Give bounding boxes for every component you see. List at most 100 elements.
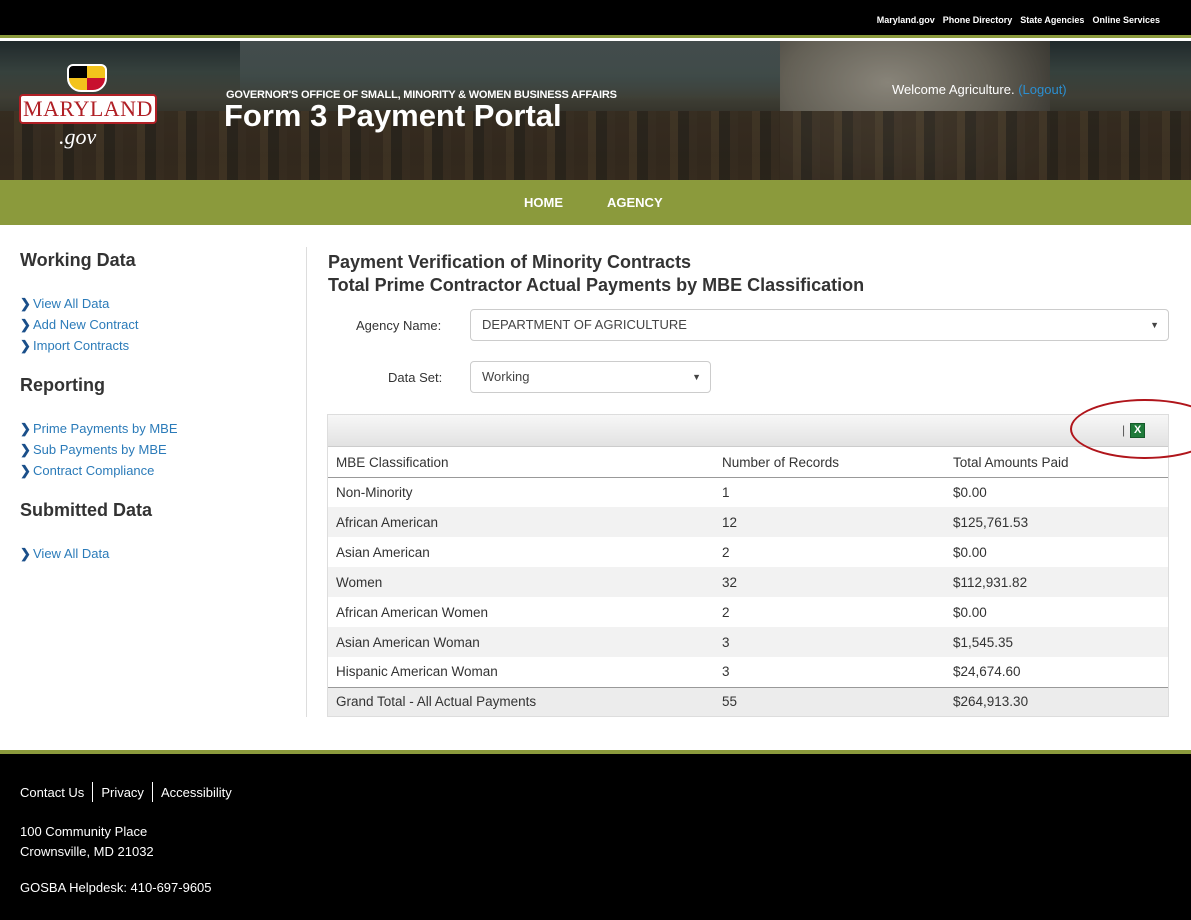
report-title-line1: Payment Verification of Minority Contrac… bbox=[328, 252, 692, 272]
footer: Contact Us Privacy Accessibility 100 Com… bbox=[0, 750, 1191, 920]
sidebar-item-import-contracts[interactable]: ❯ Import Contracts bbox=[20, 335, 290, 356]
report-title-line2: Total Prime Contractor Actual Payments b… bbox=[328, 275, 865, 295]
table-row: Women 32 $112,931.82 bbox=[328, 567, 1168, 597]
total-records: 55 bbox=[714, 686, 945, 716]
table-row: African American Women 2 $0.00 bbox=[328, 597, 1168, 627]
sidebar-item-label: Contract Compliance bbox=[33, 463, 155, 478]
cell-amount: $0.00 bbox=[953, 544, 987, 560]
sidebar: Working Data ❯ View All Data ❯ Add New Con… bbox=[20, 250, 290, 564]
sidebar-item-label: Prime Payments by MBE bbox=[33, 421, 178, 436]
cell-records: 3 bbox=[722, 664, 730, 680]
agency-name-label: Agency Name: bbox=[356, 318, 442, 333]
cell-classification: Women bbox=[328, 567, 714, 597]
header-banner bbox=[0, 41, 1191, 180]
reporting-menu: ❯ Prime Payments by MBE ❯ Sub Payments by … bbox=[20, 418, 290, 481]
sidebar-item-label: View All Data bbox=[33, 296, 110, 311]
sidebar-item-label: Add New Contract bbox=[33, 317, 139, 332]
total-label: Grand Total - All Actual Payments bbox=[328, 686, 714, 716]
total-amount: $264,913.30 bbox=[945, 686, 1168, 716]
banner-overlay bbox=[0, 41, 1191, 180]
sidebar-item-submitted-view-all[interactable]: ❯ View All Data bbox=[20, 543, 290, 564]
cell-amount: $0.00 bbox=[953, 484, 987, 500]
table-row: Non-Minority 1 $0.00 bbox=[328, 477, 1168, 507]
agency-name-select[interactable]: DEPARTMENT OF AGRICULTURE ▼ bbox=[470, 309, 1169, 341]
link-maryland-gov[interactable]: Maryland.gov bbox=[877, 15, 935, 25]
chevron-right-icon: ❯ bbox=[20, 462, 31, 478]
caret-down-icon: ▼ bbox=[692, 372, 701, 382]
nav-agency[interactable]: AGENCY bbox=[607, 195, 663, 210]
sidebar-item-view-all-data[interactable]: ❯ View All Data bbox=[20, 293, 290, 314]
cell-records: 2 bbox=[722, 604, 730, 620]
table-row: Asian American 2 $0.00 bbox=[328, 537, 1168, 567]
data-set-select[interactable]: Working ▼ bbox=[470, 361, 711, 393]
maryland-gov-logo[interactable]: MARYLAND .gov bbox=[19, 60, 159, 160]
footer-link-contact[interactable]: Contact Us bbox=[20, 785, 84, 800]
footer-link-privacy[interactable]: Privacy bbox=[101, 785, 144, 800]
table-header-row: MBE Classification Number of Records Tot… bbox=[328, 448, 1168, 478]
welcome-text: Welcome Agriculture. bbox=[892, 82, 1015, 97]
footer-helpdesk: GOSBA Helpdesk: 410-697-9605 bbox=[20, 880, 212, 895]
footer-address-line1: 100 Community Place bbox=[20, 824, 148, 839]
utility-bar: Maryland.gov Phone Directory State Agenc… bbox=[0, 0, 1191, 38]
agency-name-value: DEPARTMENT OF AGRICULTURE bbox=[482, 317, 687, 332]
sidebar-item-label: View All Data bbox=[33, 546, 110, 561]
sidebar-item-contract-compliance[interactable]: ❯ Contract Compliance bbox=[20, 460, 290, 481]
logo-gov: .gov bbox=[59, 124, 97, 149]
report-title: Payment Verification of Minority Contrac… bbox=[328, 251, 864, 297]
link-state-agencies[interactable]: State Agencies bbox=[1020, 15, 1084, 25]
cell-records: 3 bbox=[714, 627, 945, 657]
cell-records: 32 bbox=[714, 567, 945, 597]
welcome-message: Welcome Agriculture. (Logout) bbox=[892, 82, 1067, 97]
link-online-services[interactable]: Online Services bbox=[1092, 15, 1160, 25]
cell-records: 2 bbox=[722, 544, 730, 560]
sidebar-item-sub-payments[interactable]: ❯ Sub Payments by MBE bbox=[20, 439, 290, 460]
chevron-right-icon: ❯ bbox=[20, 316, 31, 332]
table-row: Asian American Woman 3 $1,545.35 bbox=[328, 627, 1168, 657]
footer-link-accessibility[interactable]: Accessibility bbox=[161, 785, 232, 800]
sidebar-item-prime-payments[interactable]: ❯ Prime Payments by MBE bbox=[20, 418, 290, 439]
cell-classification: Hispanic American Woman bbox=[336, 664, 498, 680]
sidebar-item-label: Import Contracts bbox=[33, 338, 130, 353]
main-nav: HOME AGENCY bbox=[0, 180, 1191, 225]
nav-home[interactable]: HOME bbox=[524, 195, 563, 210]
cell-classification: Asian American Woman bbox=[328, 627, 714, 657]
cell-classification: African American Women bbox=[336, 604, 489, 620]
chevron-right-icon: ❯ bbox=[20, 420, 31, 436]
sidebar-divider bbox=[306, 247, 307, 717]
chevron-right-icon: ❯ bbox=[20, 295, 31, 311]
submitted-data-heading: Submitted Data bbox=[20, 500, 153, 520]
utility-links: Maryland.gov Phone Directory State Agenc… bbox=[877, 15, 1160, 25]
footer-divider bbox=[151, 782, 153, 802]
footer-links: Contact Us Privacy Accessibility bbox=[20, 782, 232, 802]
link-phone-directory[interactable]: Phone Directory bbox=[943, 15, 1013, 25]
cell-records: 1 bbox=[722, 484, 730, 500]
cell-amount: $112,931.82 bbox=[945, 567, 1168, 597]
column-header-classification[interactable]: MBE Classification bbox=[328, 448, 714, 478]
sidebar-item-label: Sub Payments by MBE bbox=[33, 442, 167, 457]
cell-amount: $24,674.60 bbox=[953, 664, 1021, 680]
grid-toolbar: | bbox=[328, 415, 1168, 447]
cell-amount: $1,545.35 bbox=[945, 627, 1168, 657]
cell-classification: Non-Minority bbox=[336, 484, 413, 500]
table-row: Hispanic American Woman 3 $24,674.60 bbox=[328, 657, 1168, 687]
column-header-records[interactable]: Number of Records bbox=[714, 448, 945, 478]
chevron-right-icon: ❯ bbox=[20, 337, 31, 353]
mbe-payments-grid: | MBE Classification Number of Records T… bbox=[327, 414, 1169, 717]
mbe-payments-table: MBE Classification Number of Records Tot… bbox=[328, 448, 1168, 716]
logo-wordmark: MARYLAND bbox=[19, 94, 157, 124]
cell-amount: $125,761.53 bbox=[945, 507, 1168, 537]
page-title: Form 3 Payment Portal bbox=[224, 98, 562, 133]
submitted-data-menu: ❯ View All Data bbox=[20, 543, 290, 564]
cell-records: 12 bbox=[714, 507, 945, 537]
sidebar-item-add-new-contract[interactable]: ❯ Add New Contract bbox=[20, 314, 290, 335]
table-row: African American 12 $125,761.53 bbox=[328, 507, 1168, 537]
reporting-heading: Reporting bbox=[20, 375, 105, 395]
footer-address-line2: Crownsville, MD 21032 bbox=[20, 844, 154, 859]
chevron-right-icon: ❯ bbox=[20, 545, 31, 561]
data-set-value: Working bbox=[482, 369, 530, 384]
cell-classification: Asian American bbox=[336, 544, 430, 560]
grand-total-row: Grand Total - All Actual Payments 55 $26… bbox=[328, 686, 1168, 716]
working-data-menu: ❯ View All Data ❯ Add New Contract ❯ Import… bbox=[20, 293, 290, 356]
logout-link[interactable]: (Logout) bbox=[1018, 82, 1066, 97]
cell-amount: $0.00 bbox=[953, 604, 987, 620]
